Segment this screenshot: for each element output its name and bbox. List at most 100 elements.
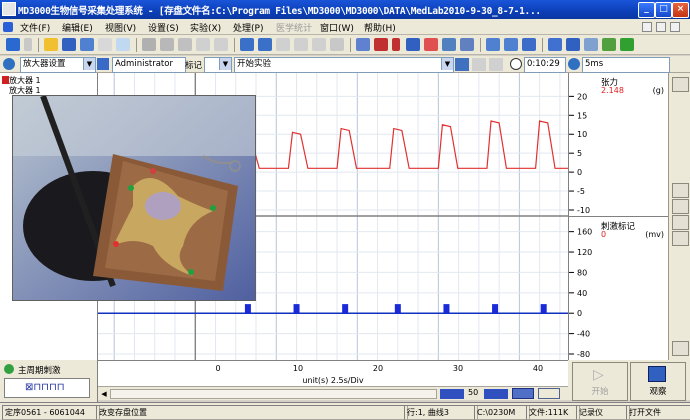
minimize-button[interactable]: _	[638, 2, 655, 18]
analysis-icon[interactable]	[294, 38, 308, 51]
stimulus-icon[interactable]	[424, 38, 438, 51]
amp-setting-select[interactable]: 放大器设置 ▼	[20, 57, 96, 73]
open-folder-icon[interactable]	[44, 38, 58, 51]
record-icon[interactable]	[472, 58, 486, 71]
menu-window[interactable]: 窗口(W)	[320, 21, 354, 34]
action-buttons: ▷ 开始 观察	[568, 360, 690, 401]
window-icon[interactable]	[522, 38, 536, 51]
scroll-left-arrow-icon[interactable]: ◀	[99, 389, 109, 399]
stimulus-status-icon	[4, 364, 14, 374]
menu-view[interactable]: 视图(V)	[105, 21, 136, 34]
save-as-icon[interactable]	[80, 38, 94, 51]
play-icon: ▷	[593, 367, 604, 383]
user-icon	[97, 58, 109, 70]
pause-icon[interactable]	[489, 58, 503, 71]
print-preview-icon[interactable]	[116, 38, 130, 51]
mdi-close-button[interactable]	[670, 22, 680, 32]
book-icon[interactable]	[548, 38, 562, 51]
export-icon[interactable]	[240, 38, 254, 51]
refresh-icon[interactable]	[3, 58, 15, 70]
copy-icon[interactable]	[160, 38, 174, 51]
y-tick-label: -5	[577, 187, 585, 196]
x-tick: 10	[292, 364, 304, 373]
grid-icon[interactable]	[504, 38, 518, 51]
y-tick-label: 15	[577, 111, 587, 120]
y-tick-label: 80	[577, 268, 587, 277]
maximize-button[interactable]: □	[655, 2, 672, 18]
zoom-out-button[interactable]	[672, 199, 689, 214]
tool-icon[interactable]	[455, 58, 469, 71]
scroll-down-button[interactable]	[672, 341, 689, 356]
y-tick-label: -10	[577, 206, 590, 215]
user-select[interactable]: Administrator	[112, 57, 186, 73]
channel-2-name: 刺激标记	[601, 222, 636, 232]
cursor-button[interactable]	[538, 388, 560, 399]
excel-icon[interactable]	[620, 38, 634, 51]
stimulus-mark	[293, 304, 300, 314]
mdi-minimize-button[interactable]	[642, 22, 652, 32]
import-icon[interactable]	[258, 38, 272, 51]
save-icon[interactable]	[62, 38, 76, 51]
menu-help[interactable]: 帮助(H)	[364, 21, 396, 34]
channel-1-value: 2.148	[601, 86, 624, 95]
menu-file[interactable]: 文件(F)	[20, 21, 50, 34]
experiment-select[interactable]: 开始实验 ▼	[234, 57, 454, 73]
menu-statistics[interactable]: 医学统计	[276, 21, 312, 34]
zoom-in-button[interactable]	[672, 183, 689, 198]
measure-icon[interactable]	[276, 38, 290, 51]
layout-icon[interactable]	[486, 38, 500, 51]
pen-icon[interactable]	[566, 38, 580, 51]
print-icon[interactable]	[98, 38, 112, 51]
fit-button[interactable]	[672, 215, 689, 230]
timebase-icon	[568, 58, 580, 70]
experiment-label: 开始实验	[237, 59, 272, 69]
zoom-in-time-button[interactable]	[484, 389, 508, 399]
scale-icon[interactable]	[442, 38, 456, 51]
fit-time-button[interactable]	[512, 388, 534, 399]
close-button[interactable]: ×	[672, 2, 689, 18]
dropdown-icon[interactable]	[24, 38, 32, 51]
status-filesize: 文件:111K	[526, 405, 580, 420]
report-icon[interactable]	[312, 38, 326, 51]
menu-edit[interactable]: 编辑(E)	[62, 21, 93, 34]
menu-process[interactable]: 处理(P)	[233, 21, 263, 34]
right-toolbar	[668, 73, 690, 360]
mark-select[interactable]: ▼	[204, 57, 232, 73]
paste-icon[interactable]	[178, 38, 192, 51]
timebase-select[interactable]: 5ms	[582, 57, 670, 73]
channel-icon[interactable]	[406, 38, 420, 51]
check-icon[interactable]	[602, 38, 616, 51]
info-icon[interactable]	[584, 38, 598, 51]
status-open-file[interactable]: 打开文件	[626, 405, 690, 420]
menu-experiment[interactable]: 实验(X)	[190, 21, 221, 34]
start-button[interactable]: ▷ 开始	[572, 362, 628, 401]
list-icon[interactable]	[330, 38, 344, 51]
auto-scale-button[interactable]	[672, 231, 689, 246]
frog-specimen-photo	[12, 94, 256, 301]
stimulus-mark	[394, 304, 401, 314]
status-recorder: 记录仪	[576, 405, 630, 420]
mdi-restore-button[interactable]	[656, 22, 666, 32]
scroll-track[interactable]	[110, 389, 437, 399]
mark-label: 标记	[185, 61, 203, 71]
time-scroll-bar: ◀ 50	[98, 386, 568, 400]
menu-bar: 文件(F) 编辑(E) 视图(V) 设置(S) 实验(X) 处理(P) 医学统计…	[0, 19, 690, 35]
run-icon[interactable]	[6, 38, 20, 51]
menu-settings[interactable]: 设置(S)	[148, 21, 179, 34]
marker-dropdown-icon[interactable]	[392, 38, 400, 51]
y-tick-label: 0	[577, 168, 582, 177]
zoom-out-time-button[interactable]	[440, 389, 464, 399]
undo-icon[interactable]	[214, 38, 228, 51]
scroll-up-button[interactable]	[672, 77, 689, 92]
stimulus-pattern-button[interactable]: ⊠⊓⊓⊓⊓	[4, 378, 90, 398]
delete-icon[interactable]	[196, 38, 210, 51]
cut-icon[interactable]	[142, 38, 156, 51]
start-label: 开始	[591, 387, 609, 397]
doc-icon	[3, 22, 13, 32]
monitor-icon	[648, 366, 666, 382]
marker-icon[interactable]	[374, 38, 388, 51]
control-bar: 放大器设置 ▼ Administrator 标记 ▼ 开始实验 ▼ 0:10:2…	[0, 56, 690, 73]
view-button[interactable]: 观察	[630, 362, 686, 401]
wave-icon[interactable]	[356, 38, 370, 51]
zoom-icon[interactable]	[460, 38, 474, 51]
